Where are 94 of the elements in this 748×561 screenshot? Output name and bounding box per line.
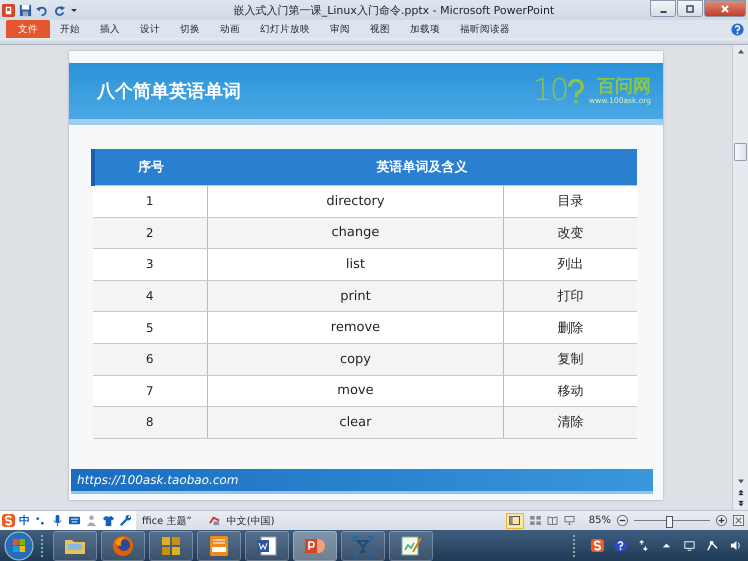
footer-url: https://100ask.taobao.com [77, 473, 238, 487]
table-cell: 5 [93, 312, 207, 344]
table-cell: copy [207, 343, 504, 376]
input-mode-toggle[interactable]: 中 [19, 513, 30, 528]
table-cell: 2 [93, 217, 207, 249]
table-cell: directory [207, 186, 504, 218]
ribbon-tab[interactable]: 加载项 [400, 20, 450, 38]
theme-label: ffice 主题” [142, 514, 192, 528]
powerpoint-icon[interactable] [2, 4, 15, 16]
table-cell: 打印 [504, 280, 637, 312]
slideshow-icon[interactable] [564, 516, 575, 525]
minimize-button[interactable] [650, 0, 676, 17]
taskbar-app[interactable] [149, 530, 193, 560]
column-header: 序号 [93, 149, 207, 186]
maximize-icon [685, 4, 695, 14]
scroll-down-icon[interactable] [736, 478, 744, 485]
table-cell: 1 [93, 186, 207, 218]
ribbon-tab[interactable]: 幻灯片放映 [250, 20, 320, 38]
maximize-button[interactable] [677, 0, 703, 17]
table-cell: 清除 [504, 406, 637, 438]
ribbon-tab[interactable]: 切换 [170, 20, 210, 38]
zoom-slider-thumb[interactable] [666, 516, 674, 528]
action-center-icon[interactable] [683, 539, 696, 552]
reading-view-icon[interactable] [546, 516, 558, 525]
table-cell: 7 [93, 375, 207, 407]
question-mark-icon [567, 77, 586, 105]
taskbar-app[interactable] [389, 530, 433, 560]
scroll-thumb[interactable] [734, 143, 747, 161]
start-button[interactable] [4, 530, 34, 560]
taskbar-app[interactable] [245, 530, 289, 560]
minimize-icon [660, 10, 666, 12]
normal-view-icon[interactable] [506, 512, 524, 528]
vertical-scrollbar[interactable] [732, 45, 748, 510]
next-slide-icon[interactable] [736, 500, 744, 507]
pdf-icon [207, 534, 231, 558]
table-cell: list [207, 248, 504, 280]
table-cell: 4 [93, 280, 207, 312]
zoom-out-icon[interactable] [617, 515, 628, 526]
table-cell: 改变 [504, 217, 637, 249]
zoom-in-icon[interactable] [716, 515, 727, 526]
notepad-icon [399, 534, 423, 558]
network-arrows-icon[interactable] [637, 539, 650, 552]
table-cell: print [207, 280, 504, 312]
shirt-icon[interactable] [102, 514, 115, 527]
keyboard-icon[interactable] [68, 514, 81, 527]
table-cell: 删除 [504, 312, 637, 344]
table-cell: change [207, 217, 504, 249]
scroll-up-icon[interactable] [736, 48, 744, 55]
sogou-icon[interactable] [591, 539, 604, 552]
ribbon-tab[interactable]: 插入 [90, 20, 130, 38]
redo-icon[interactable] [53, 4, 66, 16]
zoom-slider[interactable] [634, 514, 710, 526]
wrench-icon[interactable] [119, 514, 132, 527]
ribbon-tab[interactable]: 开始 [50, 20, 90, 38]
table-cell: 3 [93, 248, 207, 280]
firefox-icon [111, 534, 135, 558]
slide-title: 八个简单英语单词 [97, 80, 241, 103]
previous-slide-icon[interactable] [736, 489, 744, 496]
slide-sorter-icon[interactable] [530, 516, 541, 525]
table-cell: move [207, 375, 504, 407]
ribbon-tab[interactable]: 设计 [130, 20, 170, 38]
taskbar-app[interactable] [197, 530, 241, 560]
help-icon[interactable] [731, 22, 744, 36]
taskbar-app[interactable] [53, 530, 97, 560]
dropdown-icon[interactable] [70, 6, 78, 14]
fit-to-window-icon[interactable] [733, 515, 744, 526]
table-cell: 复制 [504, 343, 637, 376]
logo-name: 百问网 [597, 76, 651, 96]
microphone-icon[interactable] [51, 514, 64, 527]
table-cell: remove [207, 312, 504, 344]
ribbon-tab[interactable]: 动画 [210, 20, 250, 38]
close-icon [720, 4, 730, 14]
ribbon-tab[interactable]: 视图 [360, 20, 400, 38]
help-icon[interactable] [614, 539, 627, 552]
language-label[interactable]: 中文(中国) [226, 514, 274, 528]
ribbon-tab[interactable]: 福昕阅读器 [450, 20, 520, 38]
speaker-icon[interactable] [729, 539, 742, 552]
window-title: 嵌入式入门第一课_Linux入门命令.pptx - Microsoft PowerPoint [232, 2, 556, 18]
column-header: 英语单词及含义 [207, 149, 637, 186]
table-cell: clear [207, 406, 504, 438]
ribbon-tab[interactable]: 审阅 [320, 20, 360, 38]
table-cell: 8 [93, 406, 207, 438]
sogou-icon[interactable] [2, 514, 15, 527]
logo-number: 10 [532, 76, 568, 106]
taskbar-app[interactable] [101, 530, 145, 560]
save-icon[interactable] [19, 4, 32, 16]
table-cell: 目录 [504, 186, 637, 218]
word-icon [255, 534, 279, 558]
table-cell: 移动 [504, 375, 637, 407]
close-button[interactable] [704, 0, 746, 17]
table-cell: 6 [93, 343, 207, 376]
zoom-level[interactable]: 85% [588, 515, 611, 526]
glass-icon [351, 534, 375, 558]
table-cell: 列出 [504, 248, 637, 280]
